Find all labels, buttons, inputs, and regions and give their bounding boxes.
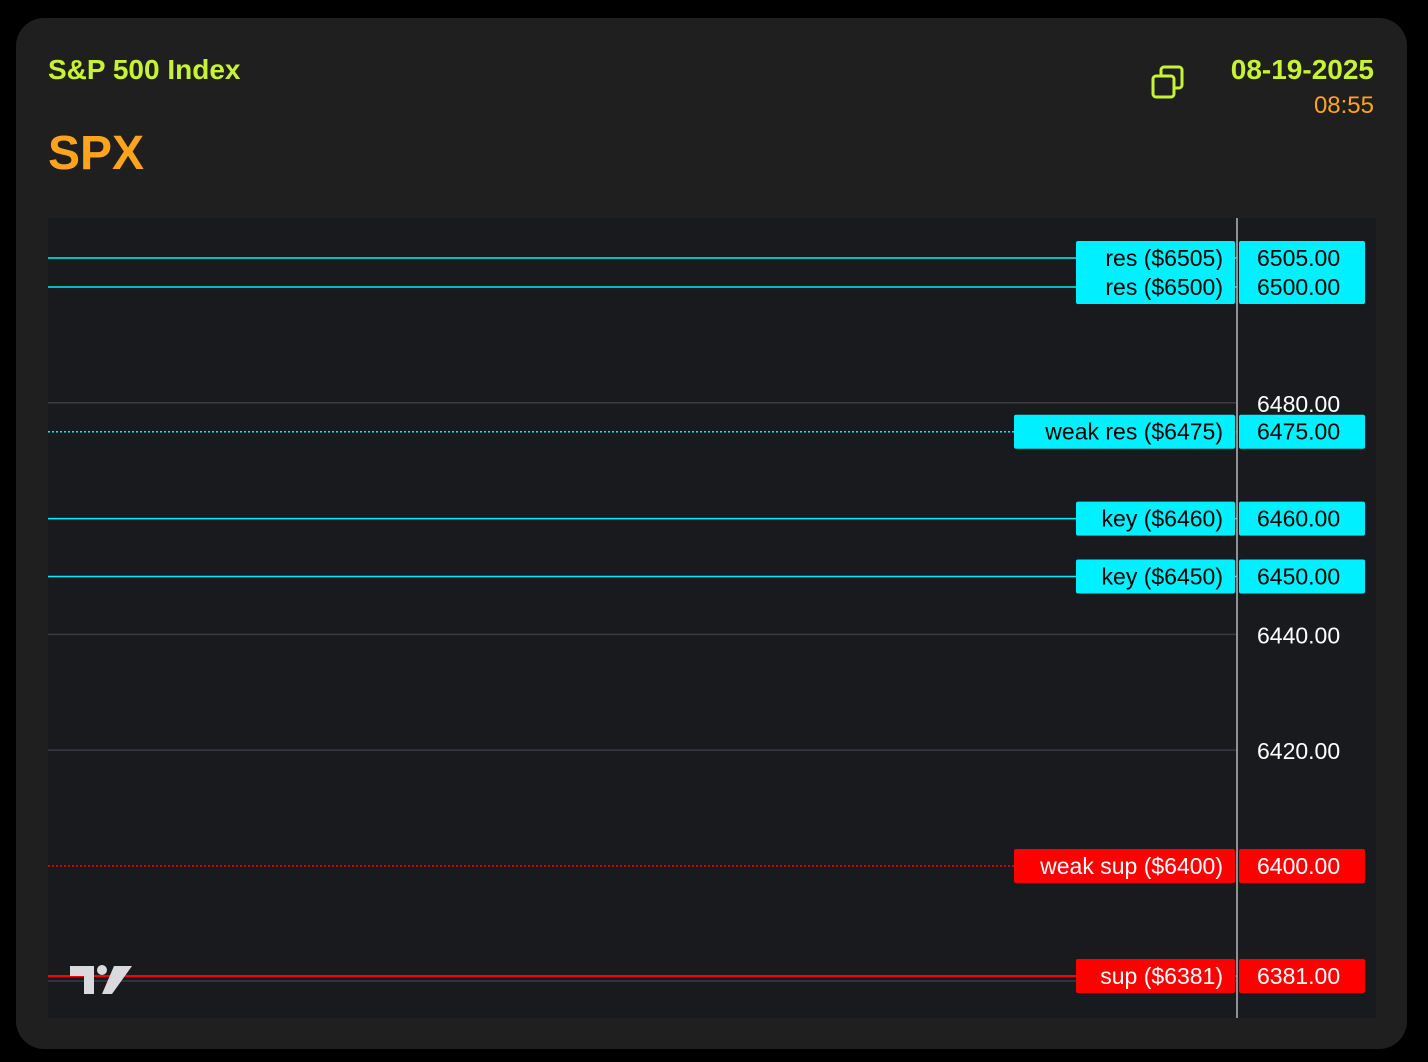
level-label: res ($6505)	[1105, 245, 1223, 271]
price-tag-label: 6500.00	[1257, 274, 1340, 300]
level-label: weak res ($6475)	[1044, 419, 1223, 445]
price-tag-label: 6475.00	[1257, 419, 1340, 445]
y-tick-label: 6480.00	[1257, 391, 1340, 417]
price-tag-label: 6460.00	[1257, 506, 1340, 532]
ticker-symbol: SPX	[48, 127, 145, 180]
price-levels-chart[interactable]: 6480.00 6440.00 6420.00 res ($6505) 6505.00 r…	[48, 218, 1376, 1018]
price-tag-label: 6450.00	[1257, 563, 1340, 589]
price-tag-label: 6400.00	[1257, 853, 1340, 879]
price-tag-label: 6505.00	[1257, 245, 1340, 271]
tradingview-logo-icon	[70, 965, 132, 994]
chart-card: S&P 500 Index SPX 08-19-2025 08:55 6480.…	[16, 18, 1407, 1049]
chart-svg: 6480.00 6440.00 6420.00 res ($6505) 6505.00 r…	[48, 218, 1365, 1018]
date-label: 08-19-2025	[1230, 54, 1374, 85]
copy-icon[interactable]	[1150, 64, 1186, 100]
level-label: key ($6450)	[1102, 563, 1223, 589]
level-label: res ($6500)	[1105, 274, 1223, 300]
price-tag-label: 6381.00	[1257, 963, 1340, 989]
y-tick-label: 6440.00	[1257, 622, 1340, 648]
index-name: S&P 500 Index	[48, 54, 241, 85]
time-label: 08:55	[1313, 92, 1374, 119]
level-label: key ($6460)	[1102, 506, 1223, 532]
level-label: weak sup ($6400)	[1039, 853, 1223, 879]
level-label: sup ($6381)	[1100, 963, 1223, 989]
y-tick-label: 6420.00	[1257, 738, 1340, 764]
